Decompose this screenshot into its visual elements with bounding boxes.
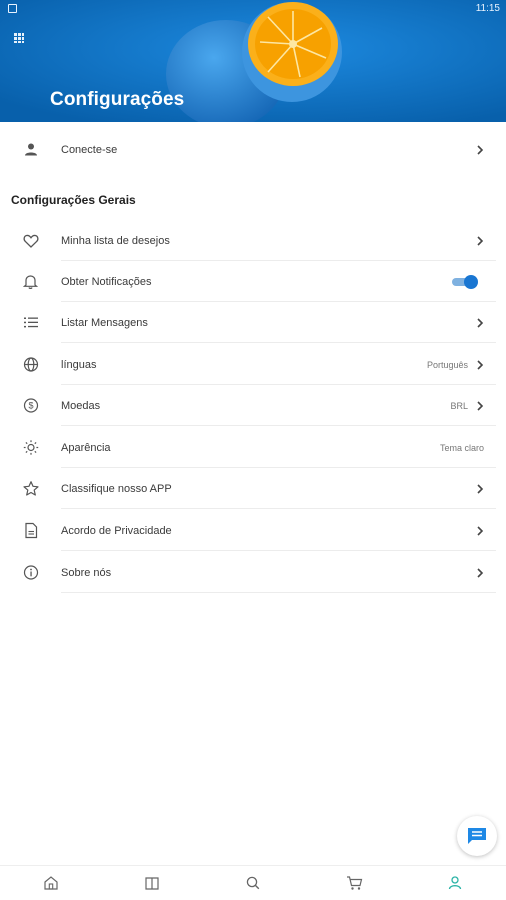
book-icon xyxy=(145,877,159,890)
appearance-row[interactable]: Aparência Tema claro xyxy=(0,427,506,468)
chevron-right-icon xyxy=(477,525,484,536)
divider xyxy=(61,342,496,343)
heart-icon xyxy=(22,232,39,249)
chat-icon xyxy=(468,828,486,844)
login-row[interactable]: Conecte-se xyxy=(0,129,506,170)
currency-value: BRL xyxy=(450,400,468,411)
bottom-navigation xyxy=(0,865,506,900)
person-icon xyxy=(449,876,462,890)
person-icon xyxy=(22,141,39,158)
chevron-right-icon xyxy=(477,400,484,411)
messages-row[interactable]: Listar Mensagens xyxy=(0,302,506,343)
chat-button[interactable] xyxy=(457,816,497,856)
nav-search[interactable] xyxy=(202,866,303,900)
chevron-right-icon xyxy=(477,483,484,494)
toggle-knob xyxy=(464,274,478,289)
sun-icon xyxy=(22,439,39,456)
language-label: línguas xyxy=(61,358,97,371)
appearance-label: Aparência xyxy=(61,441,111,454)
divider xyxy=(61,592,496,593)
page-title: Configurações xyxy=(50,89,185,110)
home-icon xyxy=(43,876,58,890)
divider xyxy=(61,550,496,551)
language-value: Português xyxy=(426,359,468,370)
nav-categories[interactable] xyxy=(101,866,202,900)
divider xyxy=(61,508,496,509)
privacy-row[interactable]: Acordo de Privacidade xyxy=(0,510,506,551)
appearance-value: Tema claro xyxy=(439,442,484,453)
notifications-toggle[interactable] xyxy=(452,274,478,289)
globe-icon xyxy=(22,356,39,373)
chevron-right-icon xyxy=(477,359,484,370)
cart-icon xyxy=(346,876,362,890)
wishlist-label: Minha lista de desejos xyxy=(61,234,170,247)
wishlist-row[interactable]: Minha lista de desejos xyxy=(0,220,506,261)
privacy-label: Acordo de Privacidade xyxy=(61,524,172,537)
star-icon xyxy=(22,480,39,497)
about-label: Sobre nós xyxy=(61,566,112,579)
status-bar: 11:15 xyxy=(0,0,506,16)
chevron-right-icon xyxy=(477,567,484,578)
info-icon xyxy=(22,564,39,581)
language-row[interactable]: línguas Português xyxy=(0,344,506,385)
currency-label: Moedas xyxy=(61,399,101,412)
document-icon xyxy=(22,522,39,539)
search-icon xyxy=(246,876,260,890)
nav-profile[interactable] xyxy=(405,866,506,900)
rate-app-label: Classifique nosso APP xyxy=(61,482,172,495)
section-title: Configurações Gerais xyxy=(11,193,136,207)
nav-cart[interactable] xyxy=(304,866,405,900)
chevron-right-icon xyxy=(477,317,484,328)
list-icon xyxy=(22,314,39,331)
bell-icon xyxy=(22,273,39,290)
notifications-row: Obter Notificações xyxy=(0,261,506,302)
currency-row[interactable]: $ Moedas BRL xyxy=(0,385,506,426)
chevron-right-icon xyxy=(477,235,484,246)
grid-menu-icon[interactable] xyxy=(11,30,27,46)
sim-card-icon xyxy=(8,3,17,13)
rate-app-row[interactable]: Classifique nosso APP xyxy=(0,468,506,509)
about-row[interactable]: Sobre nós xyxy=(0,552,506,593)
nav-home[interactable] xyxy=(0,866,101,900)
divider xyxy=(61,425,496,426)
svg-text:$: $ xyxy=(28,401,33,411)
chevron-right-icon xyxy=(477,144,484,155)
notifications-label: Obter Notificações xyxy=(61,275,152,288)
header-banner: Configurações xyxy=(0,0,506,122)
currency-icon: $ xyxy=(22,397,39,414)
login-label: Conecte-se xyxy=(61,143,118,156)
messages-label: Listar Mensagens xyxy=(61,316,148,329)
status-time: 11:15 xyxy=(475,2,500,14)
